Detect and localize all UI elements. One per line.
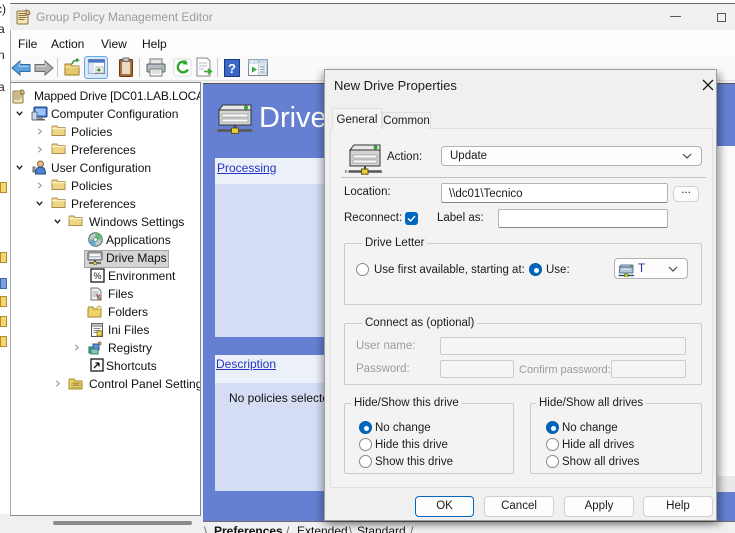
svg-text:%: % — [93, 271, 101, 281]
svg-text:*: * — [98, 294, 101, 301]
svg-text:?: ? — [228, 61, 236, 76]
